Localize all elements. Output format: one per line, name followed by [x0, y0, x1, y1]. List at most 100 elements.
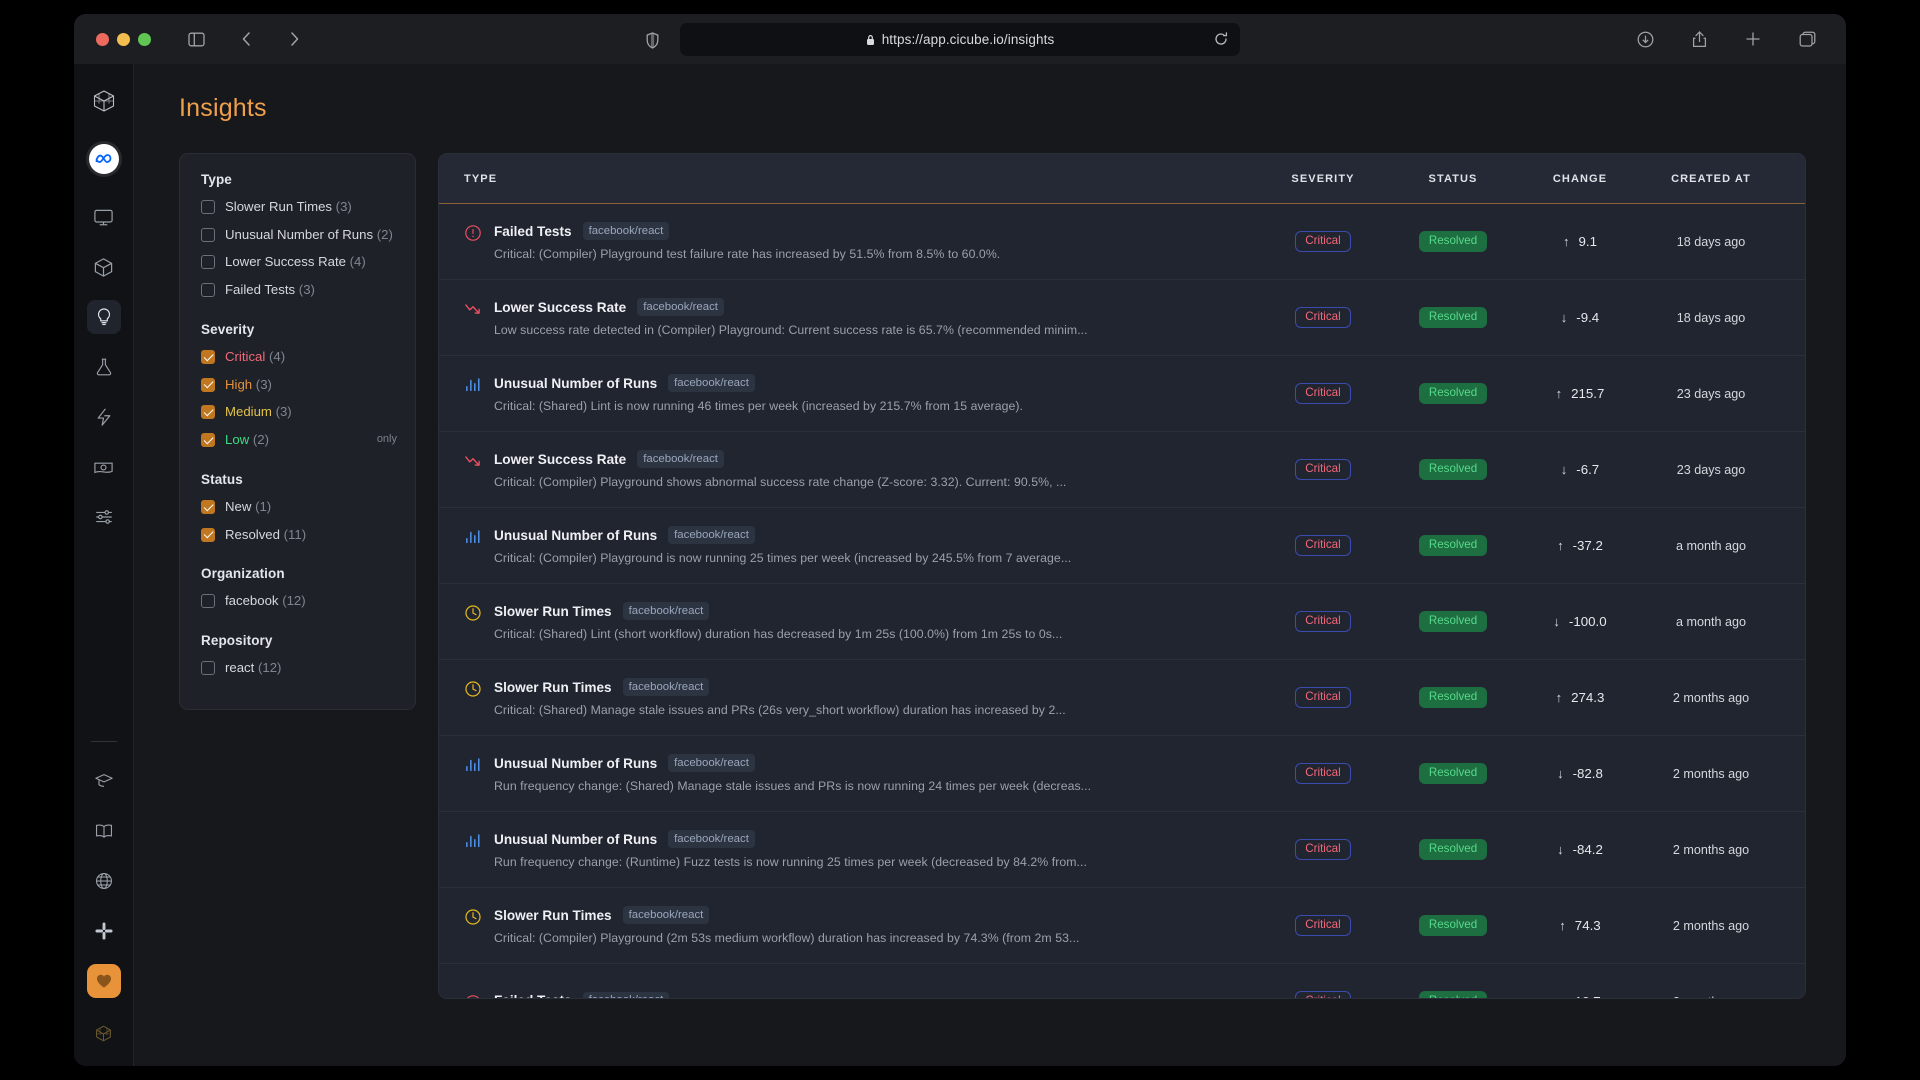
column-header-change[interactable]: CHANGE [1517, 173, 1643, 185]
window-traffic-lights[interactable] [96, 33, 151, 46]
table-row[interactable]: Unusual Number of Runsfacebook/reactCrit… [439, 508, 1805, 584]
insight-type-name[interactable]: Failed Tests [494, 993, 572, 999]
repository-pill[interactable]: facebook/react [668, 754, 755, 772]
back-arrow-icon[interactable] [233, 26, 259, 52]
sidebar-item-insights[interactable] [87, 300, 121, 334]
privacy-shield-icon[interactable] [639, 27, 665, 53]
insight-type-name[interactable]: Unusual Number of Runs [494, 832, 657, 847]
repository-pill[interactable]: facebook/react [583, 222, 670, 240]
heart-icon[interactable] [87, 964, 121, 998]
repository-pill[interactable]: facebook/react [668, 830, 755, 848]
insight-type-name[interactable]: Slower Run Times [494, 908, 612, 923]
table-row[interactable]: Failed Testsfacebook/reactCritical: (Com… [439, 204, 1805, 280]
table-row[interactable]: Unusual Number of Runsfacebook/reactRun … [439, 812, 1805, 888]
cell-type: Lower Success Ratefacebook/reactLow succ… [455, 298, 1257, 337]
graduation-cap-icon[interactable] [87, 764, 121, 798]
filter-option-resolved[interactable]: Resolved (11) [201, 526, 397, 545]
checkbox[interactable] [201, 528, 215, 542]
cube-grid-logo-icon[interactable] [87, 84, 121, 118]
sliders-icon[interactable] [87, 500, 121, 534]
checkbox[interactable] [201, 283, 215, 297]
insight-type-name[interactable]: Lower Success Rate [494, 300, 626, 315]
insight-type-name[interactable]: Lower Success Rate [494, 452, 626, 467]
insight-type-name[interactable]: Unusual Number of Runs [494, 528, 657, 543]
checkbox[interactable] [201, 405, 215, 419]
table-row[interactable]: Slower Run Timesfacebook/reactCritical: … [439, 660, 1805, 736]
checkbox[interactable] [201, 661, 215, 675]
repository-pill[interactable]: facebook/react [583, 992, 670, 1000]
filter-option-new[interactable]: New (1) [201, 498, 397, 517]
cell-severity: Critical [1257, 991, 1389, 999]
filter-option-lower-success-rate[interactable]: Lower Success Rate (4) [201, 253, 397, 272]
checkbox[interactable] [201, 228, 215, 242]
cell-status: Resolved [1389, 839, 1517, 861]
checkbox[interactable] [201, 255, 215, 269]
checkbox[interactable] [201, 500, 215, 514]
column-header-type[interactable]: TYPE [455, 173, 1257, 185]
cell-status: Resolved [1389, 915, 1517, 937]
repository-pill[interactable]: facebook/react [668, 374, 755, 392]
minimize-window-button[interactable] [117, 33, 130, 46]
repository-pill[interactable]: facebook/react [637, 450, 724, 468]
filter-option-failed-tests[interactable]: Failed Tests (3) [201, 281, 397, 300]
checkbox[interactable] [201, 594, 215, 608]
plus-icon[interactable] [1740, 26, 1766, 52]
filter-option-unusual-number-of-runs[interactable]: Unusual Number of Runs (2) [201, 226, 397, 245]
filter-only-link[interactable]: only [377, 433, 397, 445]
tab-overview-icon[interactable] [1794, 26, 1820, 52]
filter-option-high[interactable]: High (3) [201, 376, 397, 395]
insight-type-name[interactable]: Unusual Number of Runs [494, 376, 657, 391]
sidebar-toggle-icon[interactable] [183, 26, 209, 52]
insight-type-name[interactable]: Failed Tests [494, 224, 572, 239]
insight-type-name[interactable]: Slower Run Times [494, 604, 612, 619]
insight-type-name[interactable]: Unusual Number of Runs [494, 756, 657, 771]
repository-pill[interactable]: facebook/react [623, 678, 710, 696]
book-icon[interactable] [87, 814, 121, 848]
change-value: 19.7 [1575, 994, 1601, 999]
globe-icon[interactable] [87, 864, 121, 898]
insight-type-name[interactable]: Slower Run Times [494, 680, 612, 695]
filter-option-slower-run-times[interactable]: Slower Run Times (3) [201, 198, 397, 217]
filter-option-react[interactable]: react (12) [201, 659, 397, 678]
checkbox[interactable] [201, 200, 215, 214]
lightning-bolt-icon[interactable] [87, 400, 121, 434]
box-icon[interactable] [87, 250, 121, 284]
checkbox[interactable] [201, 433, 215, 447]
filter-option-facebook[interactable]: facebook (12) [201, 592, 397, 611]
reload-icon[interactable] [1214, 32, 1228, 46]
table-row[interactable]: Unusual Number of Runsfacebook/reactCrit… [439, 356, 1805, 432]
table-row[interactable]: Lower Success Ratefacebook/reactCritical… [439, 432, 1805, 508]
filter-option-critical[interactable]: Critical (4) [201, 348, 397, 367]
filter-option-medium[interactable]: Medium (3) [201, 403, 397, 422]
share-icon[interactable] [1686, 26, 1712, 52]
money-icon[interactable] [87, 450, 121, 484]
repository-pill[interactable]: facebook/react [637, 298, 724, 316]
close-window-button[interactable] [96, 33, 109, 46]
table-row[interactable]: Slower Run Timesfacebook/reactCritical: … [439, 888, 1805, 964]
table-row[interactable]: Unusual Number of Runsfacebook/reactRun … [439, 736, 1805, 812]
table-row[interactable]: Failed Testsfacebook/reactCriticalResolv… [439, 964, 1805, 999]
repository-pill[interactable]: facebook/react [623, 602, 710, 620]
column-header-created-at[interactable]: CREATED AT [1643, 173, 1779, 185]
bar-chart-icon [464, 376, 482, 394]
repository-pill[interactable]: facebook/react [623, 906, 710, 924]
filter-option-low[interactable]: Low (2) only [201, 431, 397, 450]
checkbox[interactable] [201, 350, 215, 364]
column-header-status[interactable]: STATUS [1389, 173, 1517, 185]
cube-bottom-icon[interactable] [87, 1016, 121, 1050]
maximize-window-button[interactable] [138, 33, 151, 46]
meta-avatar-icon[interactable] [89, 144, 119, 174]
forward-arrow-icon[interactable] [281, 26, 307, 52]
downloads-icon[interactable] [1632, 26, 1658, 52]
repository-pill[interactable]: facebook/react [668, 526, 755, 544]
table-row[interactable]: Slower Run Timesfacebook/reactCritical: … [439, 584, 1805, 660]
table-row[interactable]: Lower Success Ratefacebook/reactLow succ… [439, 280, 1805, 356]
checkbox[interactable] [201, 378, 215, 392]
flask-icon[interactable] [87, 350, 121, 384]
address-bar[interactable]: https://app.cicube.io/insights [680, 23, 1240, 56]
column-header-severity[interactable]: SEVERITY [1257, 173, 1389, 185]
monitor-icon[interactable] [87, 200, 121, 234]
slack-icon[interactable] [87, 914, 121, 948]
filter-option-label: Low (2) [225, 431, 269, 450]
cell-status: Resolved [1389, 307, 1517, 329]
